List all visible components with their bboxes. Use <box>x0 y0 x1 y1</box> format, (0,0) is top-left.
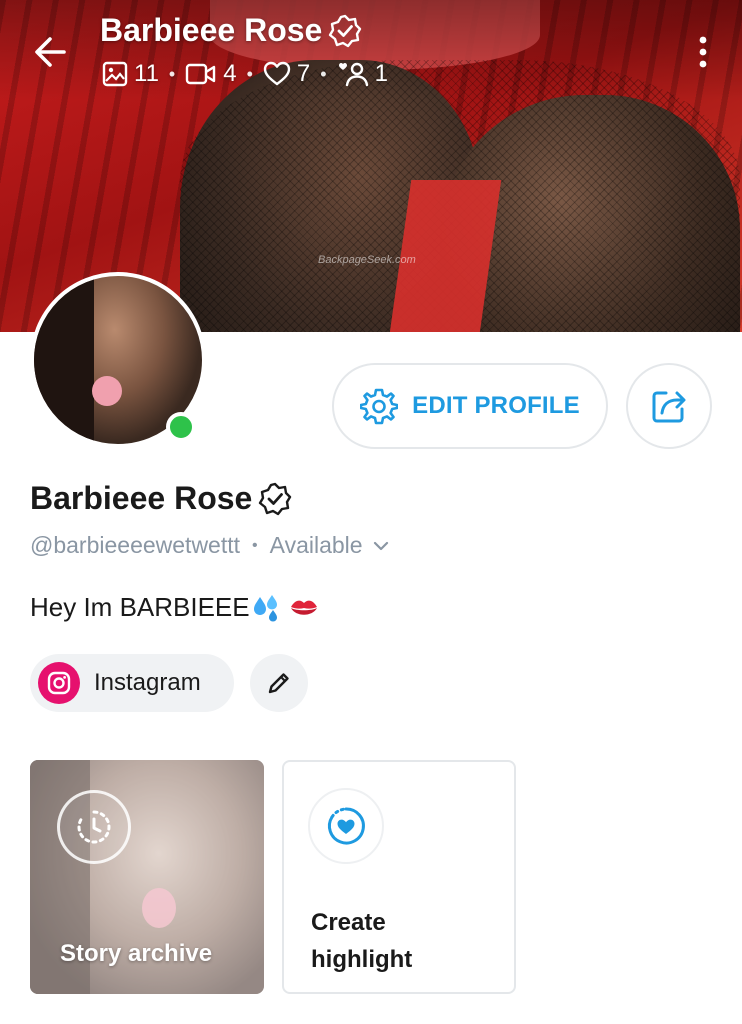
verified-badge-icon <box>259 482 292 515</box>
fan-icon <box>338 62 368 87</box>
availability-status: Available <box>269 532 363 558</box>
pencil-icon <box>268 673 289 694</box>
stat-fans-count: 1 <box>374 60 388 87</box>
chevron-down-icon <box>373 541 388 550</box>
instagram-label: Instagram <box>94 669 201 696</box>
handle-separator: • <box>252 536 258 554</box>
back-button[interactable] <box>30 30 70 74</box>
story-archive-card[interactable]: Story archive <box>30 760 264 994</box>
more-vertical-icon <box>699 36 707 68</box>
header-stats: 11 • 4 • 7 • 1 <box>102 60 388 88</box>
stat-separator: • <box>320 63 327 84</box>
verified-badge-icon <box>329 14 362 47</box>
stat-videos[interactable]: 4 <box>185 60 237 88</box>
availability-selector[interactable]: Available <box>270 532 389 559</box>
header-title: Barbieee Rose <box>100 12 362 49</box>
image-icon <box>102 61 128 87</box>
online-status-indicator <box>166 412 196 442</box>
clock-history-icon <box>77 810 111 844</box>
edit-profile-label: EDIT PROFILE <box>412 392 580 419</box>
heart-icon <box>263 61 291 86</box>
video-icon <box>186 63 216 85</box>
bio-text: Hey Im BARBIEEE <box>30 592 250 622</box>
handle-row: @barbieeeewetwettt • Available <box>30 532 389 559</box>
edit-links-button[interactable] <box>250 654 308 712</box>
stat-photos-count: 11 <box>134 60 159 87</box>
stat-videos-count: 4 <box>223 60 237 87</box>
profile-name: Barbieee Rose <box>30 480 292 517</box>
stat-separator: • <box>168 63 176 84</box>
instagram-icon <box>38 662 80 704</box>
instagram-link[interactable]: Instagram <box>30 654 234 712</box>
profile-bio: Hey Im BARBIEEE <box>30 592 320 623</box>
sweat-droplets-emoji-icon <box>253 594 277 621</box>
story-archive-label: Story archive <box>60 940 213 967</box>
create-highlight-label: Create highlight <box>311 909 413 973</box>
top-bar: Barbieee Rose 11 • 4 • 7 • 1 <box>0 0 742 100</box>
profile-name-text: Barbieee Rose <box>30 480 253 516</box>
avatar-detail <box>92 376 122 406</box>
create-highlight-icon-wrap <box>308 788 384 864</box>
story-archive-icon-wrap <box>57 790 131 864</box>
arrow-left-icon <box>35 37 66 67</box>
create-highlight-card[interactable]: Create highlight <box>282 760 516 994</box>
kiss-mark-emoji-icon <box>290 600 317 615</box>
stat-fans[interactable]: 1 <box>337 60 388 88</box>
share-icon <box>652 391 686 423</box>
header-name: Barbieee Rose <box>100 12 323 48</box>
more-options-button[interactable] <box>690 32 716 72</box>
stat-likes[interactable]: 7 <box>263 60 310 88</box>
edit-profile-button[interactable]: EDIT PROFILE <box>332 363 608 449</box>
cover-watermark: BackpageSeek.com <box>318 254 416 266</box>
stat-likes-count: 7 <box>296 60 311 87</box>
share-profile-button[interactable] <box>626 363 712 449</box>
stat-separator: • <box>246 63 253 84</box>
gear-icon <box>360 388 399 425</box>
avatar-hair <box>34 276 94 444</box>
profile-handle: @barbieeeewetwettt <box>30 532 241 558</box>
stat-photos[interactable]: 11 <box>102 60 159 88</box>
heart-circle-icon <box>327 807 365 845</box>
